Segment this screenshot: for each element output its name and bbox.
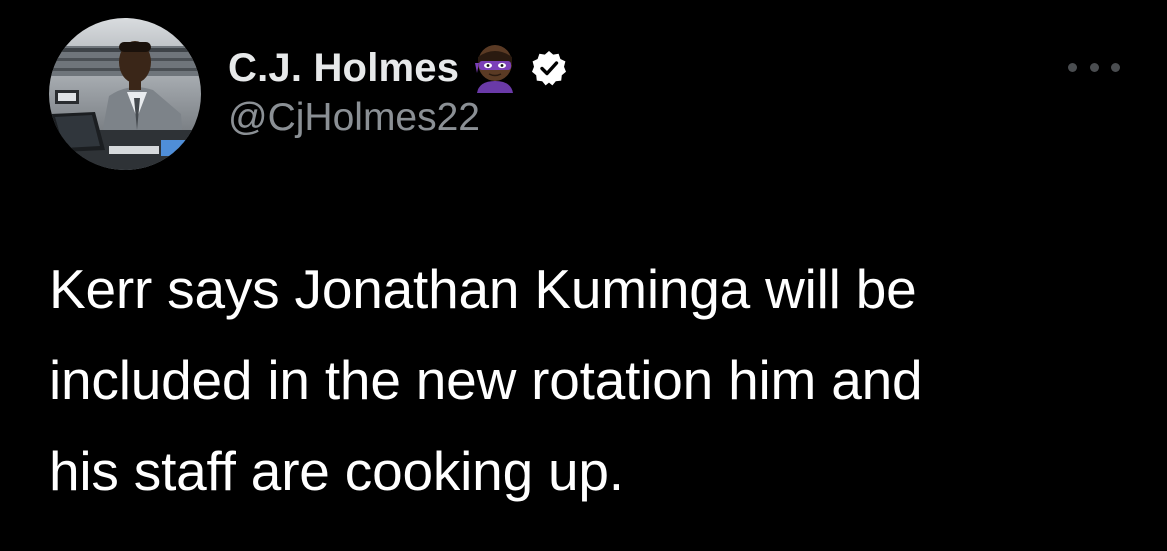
author-name-row: C.J. Holmes [228,42,567,94]
ninja-emoji-icon [473,43,517,93]
tweet-card: C.J. Holmes @CjHolmes22 Kerr says Jonath… [0,0,1167,551]
tweet-text-line: Kerr says Jonathan Kuminga will be [49,258,917,320]
author-handle[interactable]: @CjHolmes22 [228,96,480,140]
verified-icon [531,50,567,86]
tweet-text-line: his staff are cooking up. [49,440,624,502]
avatar-photo [49,18,201,170]
more-dot [1068,62,1077,72]
more-dot [1089,62,1099,72]
tweet-text: Kerr says Jonathan Kuminga will be inclu… [49,244,1139,517]
author-avatar[interactable] [49,18,201,170]
tweet-text-line: included in the new rotation him and [49,349,923,411]
more-dot [1111,62,1120,72]
more-icon[interactable] [1068,56,1120,78]
author-display-name[interactable]: C.J. Holmes [228,46,459,91]
